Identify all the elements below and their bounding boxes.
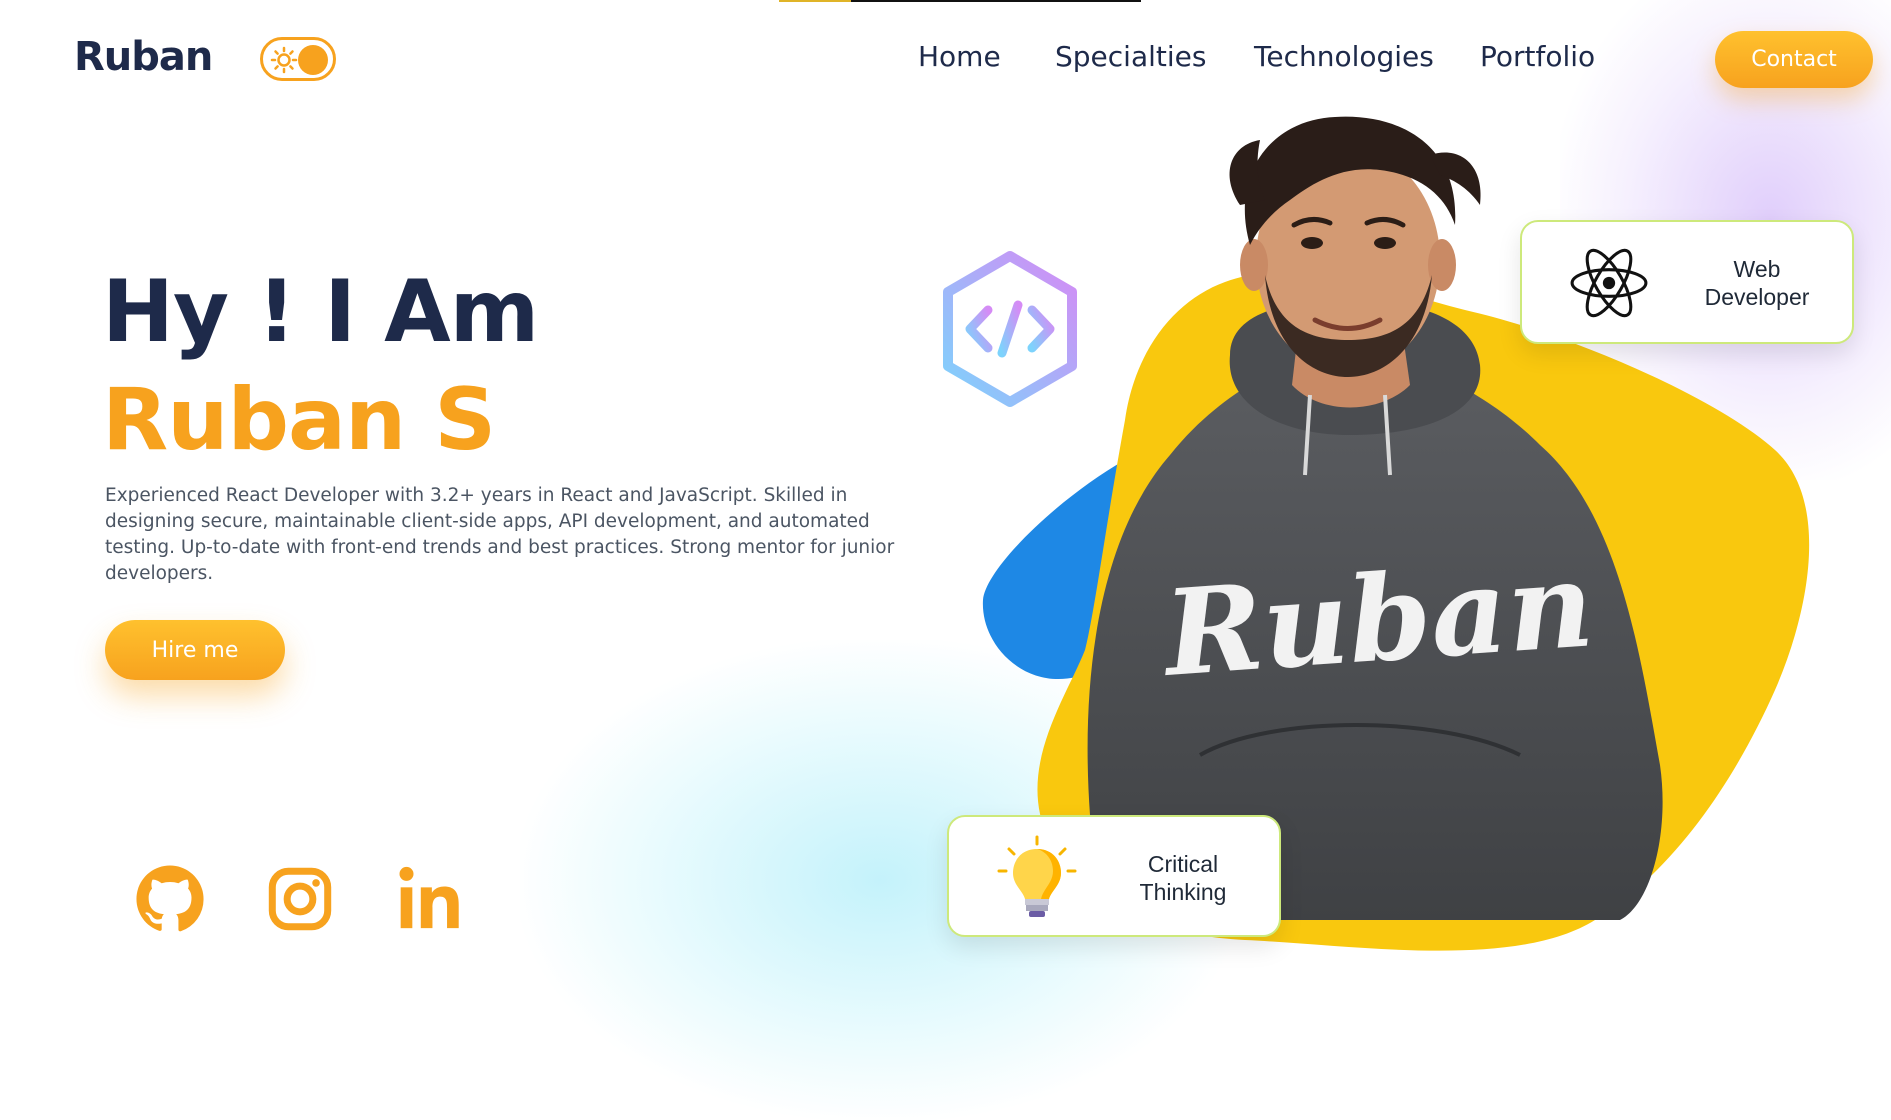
scroll-progress-bar: [779, 0, 1141, 2]
nav-technologies[interactable]: Technologies: [1254, 40, 1434, 73]
thinking-label-line2: Thinking: [1139, 879, 1227, 905]
linkedin-icon[interactable]: [396, 864, 466, 934]
react-atom-icon: [1570, 248, 1648, 318]
site-logo[interactable]: Ruban: [74, 34, 213, 80]
contact-button[interactable]: Contact: [1715, 31, 1873, 88]
thinking-label-line1: Critical: [1147, 851, 1219, 877]
github-icon[interactable]: [135, 864, 205, 934]
toggle-knob: [298, 45, 328, 75]
nav-portfolio[interactable]: Portfolio: [1480, 40, 1595, 73]
skill-card-web-developer: Web Developer: [1520, 220, 1854, 344]
skill-card-critical-thinking: Critical Thinking: [947, 815, 1281, 937]
scroll-progress-fill: [779, 0, 852, 2]
nav-specialties[interactable]: Specialties: [1055, 40, 1206, 73]
web-label-line2: Developer: [1704, 284, 1810, 310]
web-label-line1: Web: [1733, 256, 1781, 282]
lightbulb-icon: [997, 835, 1077, 917]
nav-home[interactable]: Home: [918, 40, 1001, 73]
instagram-icon[interactable]: [265, 864, 335, 934]
skill-card-thinking-label: Critical Thinking: [1103, 850, 1263, 906]
hire-me-button[interactable]: Hire me: [105, 620, 285, 680]
hero-name: Ruban S: [102, 370, 496, 470]
skill-card-web-label: Web Developer: [1682, 255, 1832, 311]
theme-toggle[interactable]: [260, 37, 336, 81]
hero-description: Experienced React Developer with 3.2+ ye…: [105, 485, 895, 584]
sun-icon: [270, 46, 298, 74]
hero-greeting: Hy ! I Am: [102, 262, 539, 362]
